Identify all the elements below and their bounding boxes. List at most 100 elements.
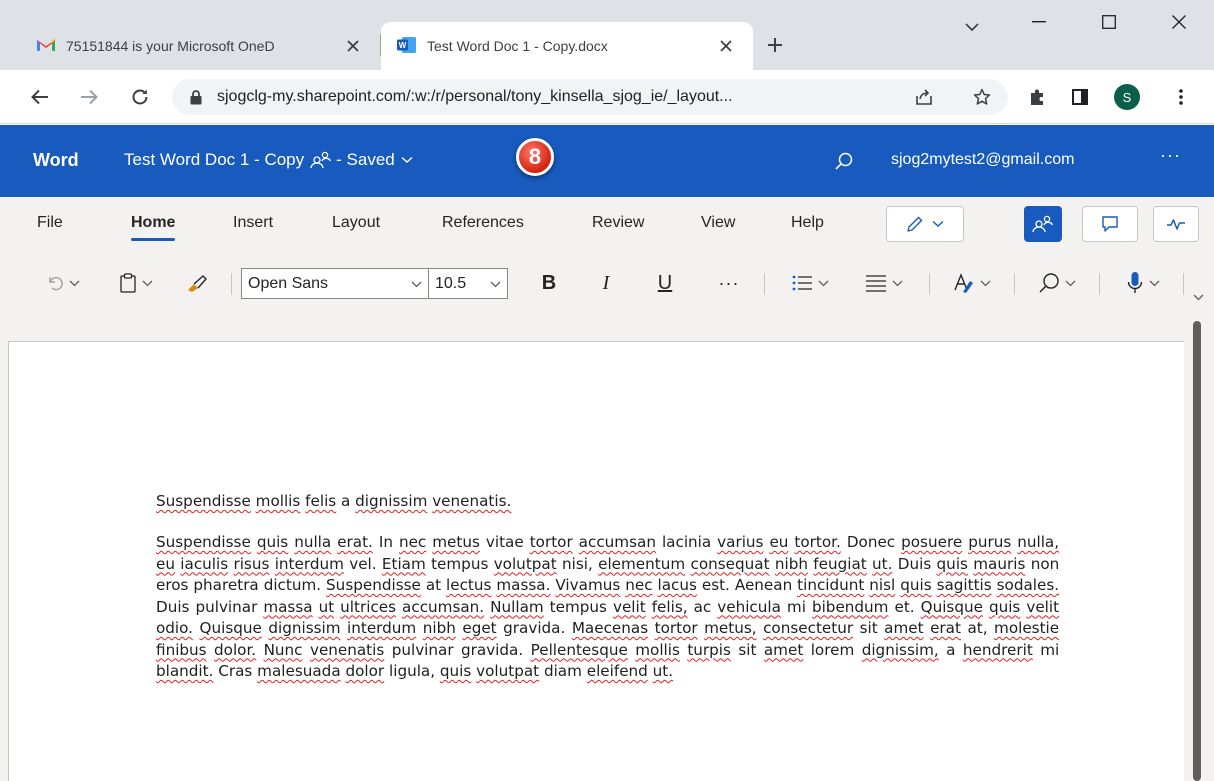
- misspelled-word[interactable]: eleifend: [587, 662, 648, 680]
- misspelled-word[interactable]: accumsan: [579, 533, 656, 551]
- find-button[interactable]: [1027, 267, 1087, 299]
- misspelled-word[interactable]: felis: [305, 492, 336, 510]
- forward-button[interactable]: [74, 82, 104, 112]
- misspelled-word[interactable]: mollis: [256, 492, 301, 510]
- expand-ribbon-button[interactable]: [1186, 281, 1210, 313]
- misspelled-word[interactable]: eget: [462, 619, 496, 637]
- misspelled-word[interactable]: massa: [263, 598, 312, 616]
- misspelled-word[interactable]: iaculis: [180, 555, 228, 573]
- misspelled-word[interactable]: mauris: [973, 555, 1025, 573]
- misspelled-word[interactable]: varius: [717, 533, 763, 551]
- profile-button[interactable]: S: [1112, 82, 1142, 112]
- misspelled-word[interactable]: nulla: [294, 533, 331, 551]
- tab-layout[interactable]: Layout: [332, 214, 380, 232]
- italic-button[interactable]: I: [592, 269, 620, 297]
- misspelled-word[interactable]: velit: [1026, 598, 1059, 616]
- misspelled-word[interactable]: amet: [764, 641, 803, 659]
- tab-references[interactable]: References: [442, 214, 524, 232]
- misspelled-word[interactable]: ut.: [653, 662, 673, 680]
- new-tab-button[interactable]: [760, 30, 790, 60]
- tab-search-button[interactable]: [957, 12, 987, 42]
- misspelled-word[interactable]: quis: [937, 555, 968, 573]
- misspelled-word[interactable]: nulla,: [1017, 533, 1059, 551]
- misspelled-word[interactable]: vehicula: [717, 598, 781, 616]
- misspelled-word[interactable]: Quisque: [200, 619, 262, 637]
- document-canvas[interactable]: Suspendisse mollis felis a dignissim ven…: [0, 313, 1214, 781]
- misspelled-word[interactable]: Maecenas: [572, 619, 648, 637]
- misspelled-word[interactable]: bibendum: [812, 598, 889, 616]
- share-icon[interactable]: [912, 85, 936, 109]
- misspelled-word[interactable]: metus: [432, 533, 480, 551]
- close-window-button[interactable]: [1144, 0, 1214, 44]
- misspelled-word[interactable]: odio.: [156, 619, 193, 637]
- misspelled-word[interactable]: erat: [930, 619, 961, 637]
- misspelled-word[interactable]: tortor: [530, 533, 573, 551]
- document-page[interactable]: Suspendisse mollis felis a dignissim ven…: [8, 341, 1184, 781]
- tab-insert[interactable]: Insert: [233, 214, 273, 232]
- star-icon[interactable]: [970, 85, 994, 109]
- misspelled-word[interactable]: malesuada: [257, 662, 340, 680]
- app-name[interactable]: Word: [33, 150, 79, 171]
- close-tab-icon[interactable]: [713, 33, 739, 59]
- tab-review[interactable]: Review: [592, 214, 644, 232]
- misspelled-word[interactable]: erat.: [337, 533, 373, 551]
- misspelled-word[interactable]: quis: [989, 598, 1020, 616]
- url-text[interactable]: sjogclg-my.sharepoint.com/:w:/r/personal…: [217, 88, 885, 106]
- account-name[interactable]: sjog2mytest2@gmail.com: [891, 151, 1074, 169]
- underline-button[interactable]: U: [651, 269, 679, 297]
- minimize-button[interactable]: [1004, 0, 1074, 44]
- paragraph-alignment-button[interactable]: [853, 267, 915, 299]
- more-options-button[interactable]: ···: [1160, 145, 1181, 166]
- misspelled-word[interactable]: tortor.: [794, 533, 840, 551]
- misspelled-word[interactable]: Quisque: [921, 598, 983, 616]
- tab-view[interactable]: View: [701, 214, 735, 232]
- close-tab-icon[interactable]: [340, 33, 366, 59]
- misspelled-word[interactable]: volutpat: [476, 662, 539, 680]
- misspelled-word[interactable]: nibh: [775, 555, 808, 573]
- misspelled-word[interactable]: nec: [399, 533, 426, 551]
- back-button[interactable]: [25, 82, 55, 112]
- undo-button[interactable]: [34, 267, 92, 299]
- misspelled-word[interactable]: venenatis.: [432, 492, 511, 510]
- browser-tab-word[interactable]: W Test Word Doc 1 - Copy.docx: [381, 22, 753, 70]
- document-title-button[interactable]: Test Word Doc 1 - Copy - Saved: [124, 150, 413, 170]
- misspelled-word[interactable]: eu: [769, 533, 788, 551]
- misspelled-word[interactable]: ultrices: [340, 598, 396, 616]
- misspelled-word[interactable]: quis: [900, 576, 931, 594]
- chevron-down-icon[interactable]: [490, 281, 501, 288]
- misspelled-word[interactable]: dignissim,: [862, 641, 939, 659]
- misspelled-word[interactable]: mollis: [635, 641, 680, 659]
- misspelled-word[interactable]: quis: [440, 662, 471, 680]
- misspelled-word[interactable]: posuere: [901, 533, 962, 551]
- styles-button[interactable]: [942, 267, 1002, 299]
- tab-file[interactable]: File: [37, 214, 63, 232]
- paste-button[interactable]: [108, 267, 164, 299]
- misspelled-word[interactable]: volutpat: [494, 555, 557, 573]
- side-panel-button[interactable]: [1065, 82, 1095, 112]
- tab-help[interactable]: Help: [791, 214, 824, 232]
- font-name-combobox[interactable]: Open Sans: [241, 268, 429, 299]
- document-heading[interactable]: Suspendisse mollis felis a dignissim ven…: [156, 492, 511, 510]
- address-bar[interactable]: sjogclg-my.sharepoint.com/:w:/r/personal…: [172, 79, 1008, 115]
- vertical-scrollbar[interactable]: [1193, 321, 1201, 781]
- lock-icon[interactable]: [189, 89, 203, 105]
- misspelled-word[interactable]: Nunc: [264, 641, 303, 659]
- misspelled-word[interactable]: massa.: [496, 576, 550, 594]
- misspelled-word[interactable]: venenatis: [310, 641, 384, 659]
- extensions-button[interactable]: [1022, 82, 1052, 112]
- misspelled-word[interactable]: ut: [319, 598, 335, 616]
- maximize-button[interactable]: [1074, 0, 1144, 44]
- misspelled-word[interactable]: sodales.: [997, 576, 1059, 594]
- font-size-combobox[interactable]: 10.5: [428, 268, 508, 299]
- misspelled-word[interactable]: felis,: [652, 598, 688, 616]
- activity-button[interactable]: [1153, 206, 1199, 242]
- misspelled-word[interactable]: hendrerit: [963, 641, 1033, 659]
- misspelled-word[interactable]: Etiam: [382, 555, 426, 573]
- misspelled-word[interactable]: dolor: [345, 662, 384, 680]
- chevron-down-icon[interactable]: [411, 281, 422, 288]
- misspelled-word[interactable]: consequat: [690, 555, 769, 573]
- share-button[interactable]: [1024, 206, 1062, 242]
- search-icon[interactable]: [832, 149, 856, 173]
- misspelled-word[interactable]: Suspendisse: [326, 576, 421, 594]
- misspelled-word[interactable]: nec: [625, 576, 652, 594]
